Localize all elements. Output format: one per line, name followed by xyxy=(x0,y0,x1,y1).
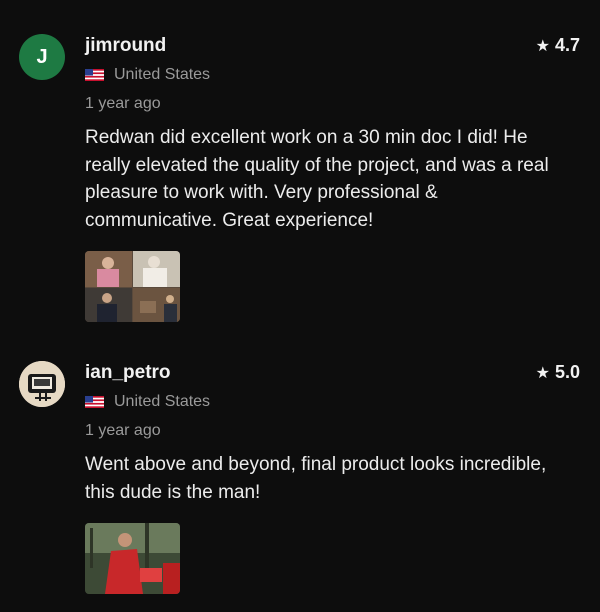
review-attachment-thumbnail[interactable] xyxy=(85,251,180,322)
reviewer-username[interactable]: jimround xyxy=(85,35,166,57)
avatar[interactable] xyxy=(19,361,65,407)
review-attachment-thumbnail[interactable] xyxy=(85,523,180,594)
reviewer-country: United States xyxy=(85,66,210,84)
rating: ★ 4.7 xyxy=(536,35,580,56)
review-text: Redwan did excellent work on a 30 min do… xyxy=(85,127,549,231)
reviewer-username[interactable]: ian_petro xyxy=(85,362,171,384)
rating-value: 4.7 xyxy=(554,35,580,55)
us-flag-icon xyxy=(85,396,104,408)
us-flag-icon xyxy=(85,69,104,81)
star-icon: ★ xyxy=(535,37,550,55)
star-icon: ★ xyxy=(535,364,550,382)
rating: ★ 5.0 xyxy=(536,362,580,383)
reviewer-country: United States xyxy=(85,393,210,411)
country-name: United States xyxy=(114,393,211,410)
camera-icon xyxy=(19,361,65,407)
avatar[interactable]: J xyxy=(19,34,65,80)
rating-value: 5.0 xyxy=(554,362,580,382)
review-text: Went above and beyond, final product loo… xyxy=(85,454,547,503)
avatar-initial: J xyxy=(36,45,48,68)
review-time: 1 year ago xyxy=(85,95,161,112)
review-time: 1 year ago xyxy=(85,422,161,439)
country-name: United States xyxy=(114,66,211,83)
